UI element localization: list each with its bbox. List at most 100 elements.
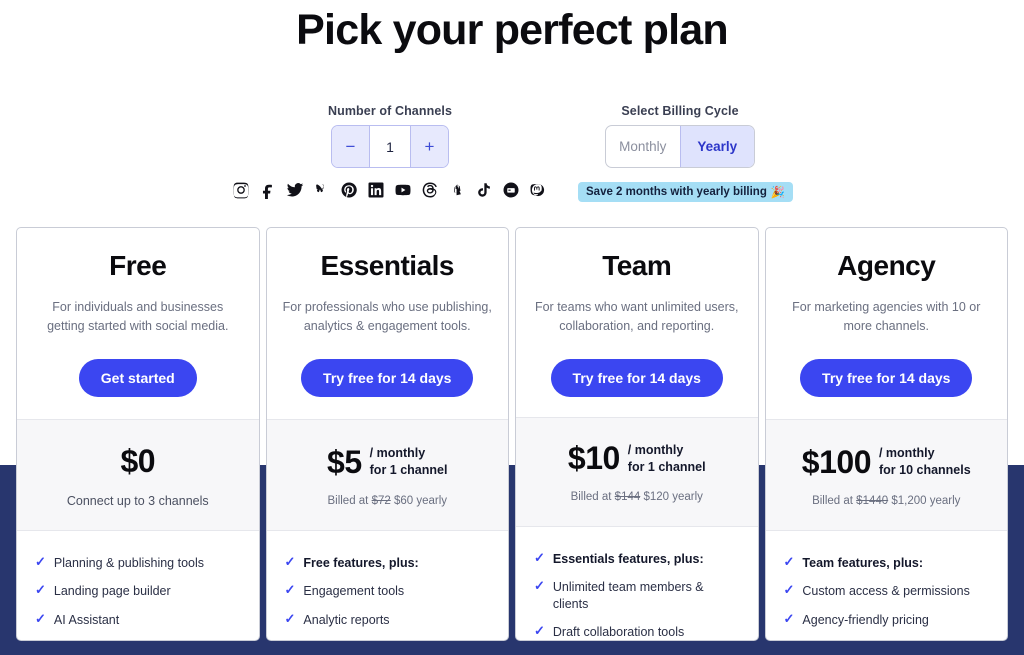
plan-description: For individuals and businesses getting s… — [47, 300, 229, 334]
billing-option-monthly[interactable]: Monthly — [606, 126, 680, 167]
party-popper-icon: 🎉 — [770, 187, 786, 199]
billed-original-price: $144 — [614, 491, 641, 504]
billed-note: Billed at $1440 $1,200 yearly — [812, 495, 960, 507]
check-icon: ✓ — [35, 610, 46, 626]
feature-item: ✓ Custom access & permissions — [783, 582, 992, 599]
billed-note: Billed at $72 $60 yearly — [327, 495, 447, 507]
plan-features: ✓ Essentials features, plus: ✓ Unlimited… — [516, 527, 758, 640]
feature-label: Essentials features, plus: — [552, 552, 704, 566]
mastodon-icon — [529, 181, 547, 199]
plan-price-block: $5 / monthly for 1 channel Billed at $72… — [266, 419, 508, 531]
plan-name: Agency — [837, 250, 936, 281]
social-channels-row — [232, 181, 547, 199]
price-amount: $10 — [567, 440, 620, 477]
price-period: / monthly — [627, 442, 684, 457]
feature-item: ✓ Analytic reports — [285, 611, 493, 628]
billed-prefix: Billed at — [812, 494, 857, 507]
billed-note: Billed at $144 $120 yearly — [571, 491, 703, 503]
feature-label: Agency-friendly pricing — [802, 612, 929, 627]
feature-label: Free features, plus: — [303, 556, 419, 570]
plan-features: ✓ Planning & publishing tools ✓ Landing … — [17, 531, 259, 640]
plan-name: Essentials — [320, 250, 455, 281]
price-unit: / monthly for 10 channels — [879, 445, 971, 479]
plan-price-block: $10 / monthly for 1 channel Billed at $1… — [516, 416, 758, 527]
billed-suffix: yearly — [669, 491, 703, 504]
feature-item: ✓ Draft collaboration tools — [534, 622, 742, 640]
price-row: $5 / monthly for 1 channel — [327, 444, 447, 481]
plan-card-team: Team For teams who want unlimited users,… — [515, 227, 759, 641]
price-channel-count: for 1 channel — [627, 459, 706, 474]
check-icon: ✓ — [534, 622, 545, 638]
price-row: $0 — [120, 443, 155, 480]
pinterest-icon — [340, 181, 358, 199]
feature-label: Landing page builder — [53, 584, 171, 599]
price-subtext: Connect up to 3 channels — [66, 493, 209, 508]
plan-description: For marketing agencies with 10 or more c… — [792, 300, 981, 334]
bluesky-icon — [313, 181, 331, 199]
price-amount: $0 — [120, 442, 156, 479]
facebook-icon — [259, 181, 277, 199]
billed-prefix: Billed at — [327, 494, 372, 507]
google-business-icon — [502, 181, 520, 199]
billing-cycle-group: Select Billing Cycle Monthly Yearly — [586, 104, 774, 168]
plan-header-team: Team For teams who want unlimited users,… — [516, 228, 758, 417]
plan-header-free: Free For individuals and businesses gett… — [17, 228, 259, 419]
plan-price-block: $0 Connect up to 3 channels — [17, 419, 259, 531]
plan-cta-button[interactable]: Try free for 14 days — [550, 358, 723, 397]
plan-cta-button[interactable]: Get started — [78, 358, 197, 397]
check-icon: ✓ — [284, 554, 296, 569]
twitter-icon — [286, 181, 304, 199]
feature-label: Team features, plus: — [802, 556, 924, 570]
plan-cta-button[interactable]: Try free for 14 days — [800, 358, 973, 397]
billed-discount-price: $60 — [393, 494, 414, 507]
plan-card-agency: Agency For marketing agencies with 10 or… — [764, 227, 1008, 641]
feature-label: Unlimited team members & clients — [552, 580, 704, 611]
check-icon: ✓ — [534, 550, 545, 565]
instagram-icon — [232, 181, 250, 199]
feature-label: Engagement tools — [303, 584, 405, 599]
increment-channels-button[interactable]: + — [410, 126, 448, 167]
price-period: / monthly — [369, 446, 426, 461]
controls-row: Number of Channels − 1 + Select Billing … — [0, 104, 1024, 174]
price-channel-count: for 1 channel — [369, 463, 448, 477]
billed-original-price: $1440 — [856, 494, 889, 507]
channel-stepper: − 1 + — [331, 125, 449, 168]
billed-discount-price: $1,200 — [891, 494, 927, 507]
feature-item: ✓ Team features, plus: — [783, 554, 992, 571]
plan-description: For teams who want unlimited users, coll… — [534, 300, 739, 334]
billing-option-yearly[interactable]: Yearly — [679, 126, 754, 167]
feature-label: Custom access & permissions — [802, 584, 970, 599]
check-icon: ✓ — [284, 582, 296, 598]
tiktok-icon — [475, 181, 493, 199]
feature-label: Draft collaboration tools — [552, 624, 685, 639]
billing-cycle-label: Select Billing Cycle — [621, 104, 739, 118]
feature-item: ✓ Planning & publishing tools — [35, 554, 243, 571]
plan-price-block: $100 / monthly for 10 channels Billed at… — [765, 419, 1007, 531]
page-title: Pick your perfect plan — [296, 6, 728, 54]
check-icon: ✓ — [35, 582, 46, 598]
check-icon: ✓ — [783, 554, 795, 569]
plan-description: For professionals who use publishing, an… — [282, 300, 492, 334]
pricing-cards: Free For individuals and businesses gett… — [16, 227, 1008, 641]
plan-card-free: Free For individuals and businesses gett… — [16, 227, 260, 641]
channel-count-label: Number of Channels — [327, 104, 453, 118]
feature-item: ✓ Essentials features, plus: — [534, 550, 742, 567]
feature-label: Analytic reports — [303, 612, 390, 627]
plan-cta-button[interactable]: Try free for 14 days — [301, 358, 474, 397]
price-row: $10 / monthly for 1 channel — [568, 440, 706, 477]
check-icon: ✓ — [783, 582, 795, 598]
plan-name: Team — [602, 250, 672, 281]
decrement-channels-button[interactable]: − — [332, 126, 370, 167]
plan-name: Free — [109, 250, 167, 281]
feature-label: Planning & publishing tools — [53, 556, 205, 570]
plan-header-essentials: Essentials For professionals who use pub… — [267, 228, 509, 419]
pricing-page: Pick your perfect plan Number of Channel… — [0, 0, 1024, 655]
threads-icon — [421, 181, 439, 199]
price-period: / monthly — [878, 446, 935, 461]
channel-count-value[interactable]: 1 — [370, 126, 410, 167]
channel-count-group: Number of Channels − 1 + — [296, 104, 484, 168]
feature-item: ✓ Free features, plus: — [284, 554, 493, 571]
feature-item: ✓ Engagement tools — [284, 582, 493, 599]
savings-badge-text: Save 2 months with yearly billing — [586, 186, 767, 198]
price-row: $100 / monthly for 10 channels — [802, 444, 971, 481]
